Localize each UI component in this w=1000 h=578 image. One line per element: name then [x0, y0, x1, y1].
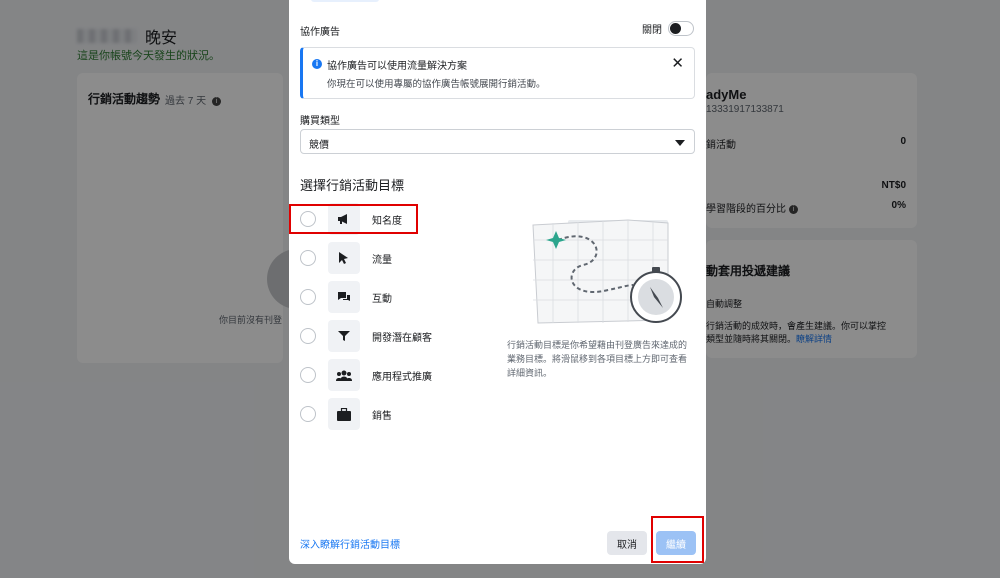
objective-option-engagement[interactable]: 互動 — [300, 281, 392, 313]
objective-label: 開發潛在顧客 — [372, 332, 432, 344]
info-notice: i 協作廣告可以使用流量解決方案 你現在可以使用專屬的協作廣告帳號展開行銷活動。… — [300, 47, 695, 99]
objective-radio[interactable] — [300, 328, 316, 344]
objective-option-app-promotion[interactable]: 應用程式推廣 — [300, 359, 432, 391]
funnel-icon — [328, 320, 360, 352]
create-campaign-dialog: 協作廣告 關閉 i 協作廣告可以使用流量解決方案 你現在可以使用專屬的協作廣告帳… — [289, 0, 706, 564]
annotation-highlight-continue — [651, 516, 704, 563]
map-compass-illustration — [532, 219, 682, 324]
objective-option-sales[interactable]: 銷售 — [300, 398, 392, 430]
toggle-state-label: 關閉 — [642, 25, 662, 36]
objective-radio[interactable] — [300, 250, 316, 266]
notice-title: 協作廣告可以使用流量解決方案 — [327, 61, 467, 72]
objective-option-leads[interactable]: 開發潛在顧客 — [300, 320, 432, 352]
buying-type-select[interactable]: 競價 — [300, 129, 695, 154]
briefcase-icon — [328, 398, 360, 430]
objective-label: 應用程式推廣 — [372, 371, 432, 383]
collab-ads-toggle-group: 關閉 — [642, 21, 694, 36]
info-icon: i — [312, 59, 322, 69]
objective-help-text: 行銷活動目標是你希望藉由刊登廣告來達成的業務目標。將滑鼠移到各項目標上方即可查看… — [507, 340, 688, 378]
tab-indicator — [311, 0, 379, 2]
caret-down-icon — [675, 140, 685, 146]
objective-label: 銷售 — [372, 410, 392, 422]
annotation-highlight-awareness — [289, 204, 418, 234]
notice-body: 你現在可以使用專屬的協作廣告帳號展開行銷活動。 — [327, 79, 546, 90]
objective-radio[interactable] — [300, 367, 316, 383]
buying-type-value: 競價 — [309, 140, 329, 151]
chat-icon — [328, 281, 360, 313]
objective-label: 流量 — [372, 254, 392, 266]
objective-option-traffic[interactable]: 流量 — [300, 242, 392, 274]
cursor-icon — [328, 242, 360, 274]
close-icon[interactable]: ✕ — [671, 54, 684, 72]
objective-heading: 選擇行銷活動目標 — [300, 178, 405, 193]
cancel-button[interactable]: 取消 — [607, 531, 647, 555]
collab-ads-toggle[interactable] — [668, 21, 694, 36]
toggle-knob — [670, 23, 681, 34]
collab-ads-label: 協作廣告 — [300, 27, 340, 38]
objective-radio[interactable] — [300, 406, 316, 422]
learn-objectives-link[interactable]: 深入瞭解行銷活動目標 — [300, 536, 400, 551]
buying-type-label: 購買類型 — [300, 116, 340, 127]
objective-radio[interactable] — [300, 289, 316, 305]
objective-label: 互動 — [372, 293, 392, 305]
people-icon — [328, 359, 360, 391]
